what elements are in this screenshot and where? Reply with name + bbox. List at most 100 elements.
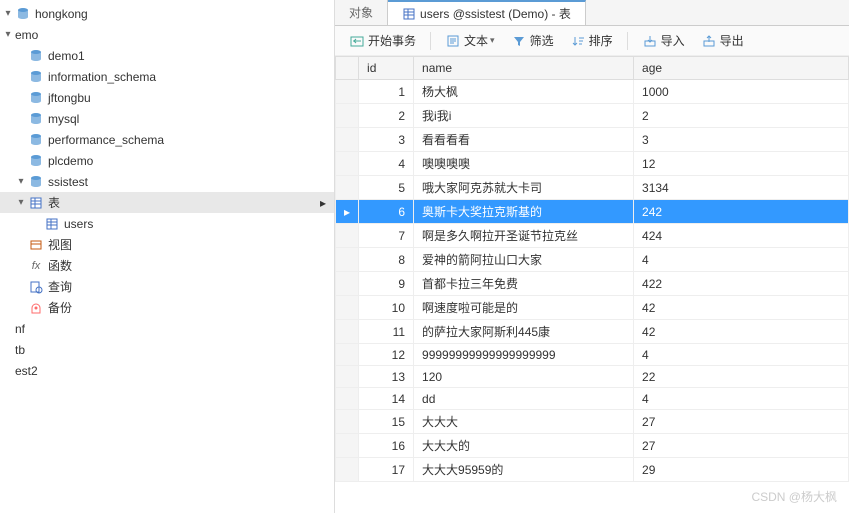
cell-name[interactable]: 大大大的 [414,434,634,458]
tree-item[interactable]: ▾emo [0,24,334,45]
sort-button[interactable]: 排序 [564,30,619,51]
cell-id[interactable]: 13 [359,366,414,388]
tree-item[interactable]: jftongbu [0,87,334,108]
filter-button[interactable]: 筛选 [505,30,560,51]
tree-item[interactable]: tb [0,339,334,360]
row-gutter[interactable] [336,458,359,482]
cell-age[interactable]: 27 [634,434,849,458]
column-header-name[interactable]: name [414,57,634,80]
cell-age[interactable]: 4 [634,248,849,272]
table-row[interactable]: 10啊速度啦可能是的42 [336,296,849,320]
column-header-age[interactable]: age [634,57,849,80]
row-gutter[interactable] [336,128,359,152]
cell-age[interactable]: 2 [634,104,849,128]
table-row[interactable]: 4噢噢噢噢12 [336,152,849,176]
tree-item[interactable]: nf [0,318,334,339]
table-row[interactable]: 3看看看看3 [336,128,849,152]
cell-name[interactable]: 奥斯卡大奖拉克斯基的 [414,200,634,224]
table-row[interactable]: 17大大大95959的29 [336,458,849,482]
cell-name[interactable]: 120 [414,366,634,388]
table-row[interactable]: 14dd4 [336,388,849,410]
cell-age[interactable]: 22 [634,366,849,388]
table-row[interactable]: 11的萨拉大家阿斯利445康42 [336,320,849,344]
cell-id[interactable]: 17 [359,458,414,482]
begin-transaction-button[interactable]: 开始事务 [343,30,422,51]
cell-id[interactable]: 14 [359,388,414,410]
cell-name[interactable]: dd [414,388,634,410]
cell-id[interactable]: 7 [359,224,414,248]
row-gutter[interactable] [336,344,359,366]
column-header-id[interactable]: id [359,57,414,80]
tree-item[interactable]: information_schema [0,66,334,87]
table-row[interactable]: 16大大大的27 [336,434,849,458]
cell-name[interactable]: 大大大95959的 [414,458,634,482]
row-gutter[interactable] [336,248,359,272]
tree-item[interactable]: fx函数 [0,255,334,276]
tree-item[interactable]: performance_schema [0,129,334,150]
cell-age[interactable]: 12 [634,152,849,176]
table-row[interactable]: 7啊是多久啊拉开圣诞节拉克丝424 [336,224,849,248]
cell-id[interactable]: 8 [359,248,414,272]
import-button[interactable]: 导入 [636,30,691,51]
cell-name[interactable]: 99999999999999999999 [414,344,634,366]
expand-icon[interactable]: ▾ [3,8,13,19]
row-gutter[interactable] [336,80,359,104]
cell-id[interactable]: 6 [359,200,414,224]
tree-item[interactable]: 视图 [0,234,334,255]
tree-item[interactable]: mysql [0,108,334,129]
cell-name[interactable]: 首都卡拉三年免费 [414,272,634,296]
table-row[interactable]: 5哦大家阿克苏就大卡司3134 [336,176,849,200]
cell-name[interactable]: 看看看看 [414,128,634,152]
expand-icon[interactable]: ▾ [16,197,26,208]
text-button[interactable]: 文本 ▾ [439,30,501,51]
cell-id[interactable]: 5 [359,176,414,200]
tree-item[interactable]: ▾ssistest [0,171,334,192]
cell-age[interactable]: 3 [634,128,849,152]
data-grid[interactable]: id name age 1杨大枫10002我i我i23看看看看34噢噢噢噢125… [335,56,849,513]
row-gutter[interactable] [336,296,359,320]
table-row[interactable]: 8爱神的箭阿拉山口大家4 [336,248,849,272]
cell-age[interactable]: 42 [634,296,849,320]
row-gutter[interactable] [336,388,359,410]
export-button[interactable]: 导出 [695,30,750,51]
row-gutter[interactable] [336,224,359,248]
tab[interactable]: 对象 [335,0,388,25]
cell-id[interactable]: 3 [359,128,414,152]
tree-item[interactable]: 查询 [0,276,334,297]
table-row[interactable]: 9首都卡拉三年免费422 [336,272,849,296]
cell-id[interactable]: 2 [359,104,414,128]
tree-item[interactable]: ▾表▸ [0,192,334,213]
row-gutter[interactable] [336,152,359,176]
expand-icon[interactable]: ▾ [16,176,26,187]
cell-id[interactable]: 10 [359,296,414,320]
cell-name[interactable]: 爱神的箭阿拉山口大家 [414,248,634,272]
row-gutter[interactable] [336,176,359,200]
cell-age[interactable]: 3134 [634,176,849,200]
cell-age[interactable]: 422 [634,272,849,296]
tree-item[interactable]: plcdemo [0,150,334,171]
cell-name[interactable]: 啊速度啦可能是的 [414,296,634,320]
cell-id[interactable]: 12 [359,344,414,366]
cell-age[interactable]: 1000 [634,80,849,104]
cell-name[interactable]: 我i我i [414,104,634,128]
cell-id[interactable]: 9 [359,272,414,296]
cell-id[interactable]: 16 [359,434,414,458]
cell-age[interactable]: 4 [634,344,849,366]
cell-age[interactable]: 4 [634,388,849,410]
cell-age[interactable]: 27 [634,410,849,434]
table-row[interactable]: ▸6奥斯卡大奖拉克斯基的242 [336,200,849,224]
cell-name[interactable]: 哦大家阿克苏就大卡司 [414,176,634,200]
row-gutter[interactable] [336,434,359,458]
cell-name[interactable]: 杨大枫 [414,80,634,104]
table-row[interactable]: 1312022 [336,366,849,388]
row-gutter[interactable] [336,410,359,434]
cell-name[interactable]: 大大大 [414,410,634,434]
row-gutter[interactable] [336,366,359,388]
table-row[interactable]: 12999999999999999999994 [336,344,849,366]
row-gutter[interactable] [336,320,359,344]
tree-item[interactable]: 备份 [0,297,334,318]
tree-item[interactable]: demo1 [0,45,334,66]
row-gutter[interactable] [336,272,359,296]
row-gutter[interactable]: ▸ [336,200,359,224]
expand-icon[interactable]: ▾ [3,29,13,40]
